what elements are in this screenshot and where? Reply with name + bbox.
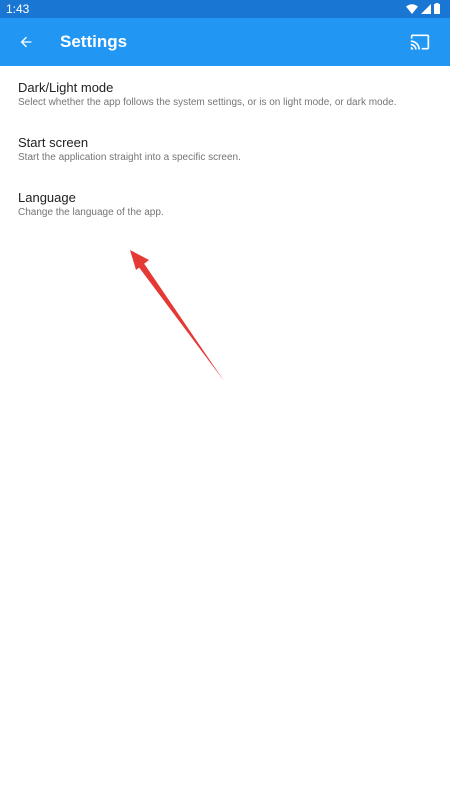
setting-item-language[interactable]: Language Change the language of the app. — [0, 176, 450, 231]
setting-item-dark-light-mode[interactable]: Dark/Light mode Select whether the app f… — [0, 66, 450, 121]
status-bar: 1:43 — [0, 0, 450, 18]
battery-icon — [434, 3, 440, 17]
setting-title: Language — [18, 190, 76, 205]
arrow-back-icon — [20, 36, 32, 48]
page-title: Settings — [60, 32, 128, 51]
setting-title: Dark/Light mode — [18, 80, 114, 95]
app-bar: Settings — [0, 18, 450, 66]
settings-list: Dark/Light mode Select whether the app f… — [0, 66, 450, 231]
setting-description: Select whether the app follows the syste… — [18, 97, 397, 108]
setting-description: Start the application straight into a sp… — [18, 152, 241, 163]
setting-description: Change the language of the app. — [18, 207, 164, 218]
back-button[interactable] — [14, 30, 38, 54]
status-icons — [406, 3, 440, 17]
status-time: 1:43 — [6, 2, 30, 16]
wifi-icon — [406, 3, 418, 17]
cellular-icon — [421, 3, 431, 17]
cast-icon — [410, 34, 430, 50]
cast-button[interactable] — [408, 30, 432, 54]
setting-title: Start screen — [18, 135, 89, 150]
setting-item-start-screen[interactable]: Start screen Start the application strai… — [0, 121, 450, 176]
